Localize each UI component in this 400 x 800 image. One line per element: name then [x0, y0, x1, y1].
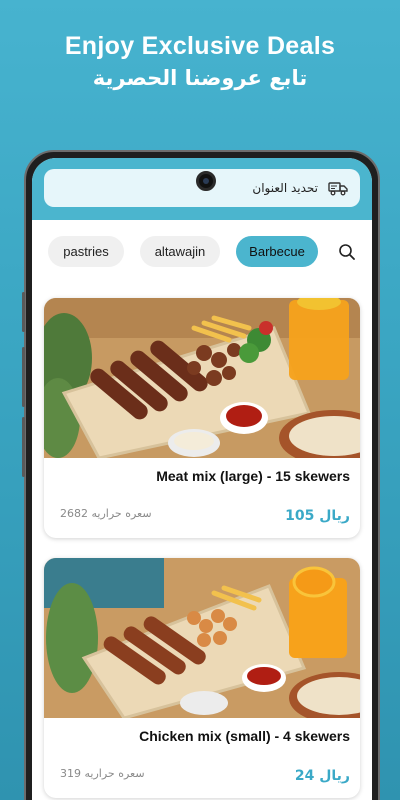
product-card[interactable]: Meat mix (large) - 15 skewers 2682 سعره …: [44, 298, 360, 538]
product-name: Chicken mix (small) - 4 skewers: [139, 728, 350, 744]
front-camera: [196, 171, 216, 191]
phone-side-button: [22, 292, 25, 332]
promo-subtitle: تابع عروضنا الحصرية: [92, 66, 308, 90]
product-price: 105 ريال: [285, 508, 350, 524]
app-screen: تحديد العنوان pastries altawajin Barbecu…: [32, 158, 372, 800]
phone-frame: تحديد العنوان pastries altawajin Barbecu…: [22, 150, 380, 800]
address-label: تحديد العنوان: [252, 181, 318, 195]
top-bar: تحديد العنوان: [32, 158, 372, 220]
delivery-truck-icon: [328, 180, 348, 196]
phone-side-button: [22, 347, 25, 407]
product-price: 24 ريال: [294, 768, 350, 784]
product-calories: 2682 سعره حراريه: [60, 507, 152, 520]
search-icon[interactable]: [338, 243, 356, 265]
product-image: [44, 558, 360, 718]
product-card[interactable]: Chicken mix (small) - 4 skewers 319 سعره…: [44, 558, 360, 798]
phone-side-button: [22, 417, 25, 477]
category-tabs: pastries altawajin Barbecue: [32, 236, 372, 270]
product-name: Meat mix (large) - 15 skewers: [156, 468, 350, 484]
tab-barbecue[interactable]: Barbecue: [236, 236, 318, 267]
product-image: [44, 298, 360, 458]
product-calories: 319 سعره حراريه: [60, 767, 145, 780]
promo-title: Enjoy Exclusive Deals: [64, 32, 336, 60]
tab-altawajin[interactable]: altawajin: [140, 236, 220, 267]
tab-pastries[interactable]: pastries: [48, 236, 124, 267]
